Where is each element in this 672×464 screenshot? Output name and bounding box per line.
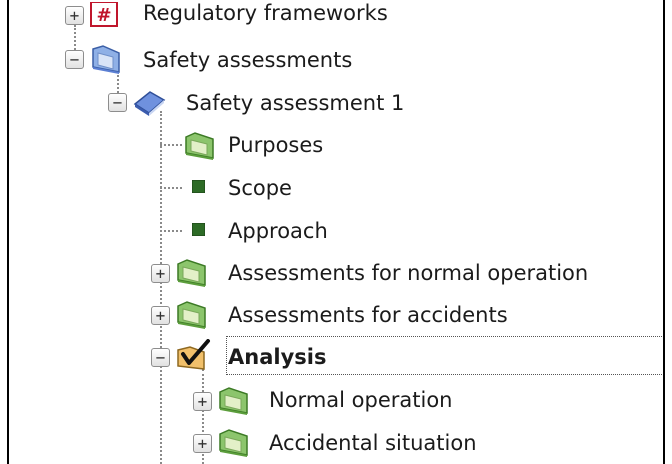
tree-view: + # Regulatory frameworks − Safety asses… [7,0,665,464]
collapse-toggle[interactable]: − [151,348,170,367]
tree-item-purposes[interactable]: Purposes [225,125,326,165]
green-folder-icon [217,426,251,458]
tree-item-label: Normal operation [269,388,453,412]
tree-item-label: Safety assessment 1 [186,91,405,115]
tree-item-label: Safety assessments [143,48,353,72]
green-folder-icon [175,298,209,330]
green-square-icon [192,180,205,193]
tree-item-scope[interactable]: Scope [225,168,295,208]
tree-connector [74,25,76,50]
tree-item-safety-assessments[interactable]: Safety assessments [140,40,355,80]
tree-connector [160,111,162,464]
collapse-toggle[interactable]: − [65,50,84,69]
expand-toggle[interactable]: + [193,434,212,453]
tree-connector [160,144,182,146]
tree-item-label: Accidental situation [269,431,477,455]
tree-item-label: Assessments for accidents [228,303,508,327]
tree-item-accidental-situation[interactable]: Accidental situation [266,423,480,463]
tree-item-regulatory-frameworks[interactable]: Regulatory frameworks [140,0,391,33]
tree-item-label: Scope [228,176,292,200]
folder-document-icon [89,43,123,75]
green-square-icon [192,223,205,236]
green-folder-icon [217,384,251,416]
tree-connector [160,230,182,232]
tree-item-label: Assessments for normal operation [228,261,589,285]
hash-book-icon: # [89,2,119,28]
tree-item-normal-operation[interactable]: Normal operation [266,380,455,420]
checkbox-checked-icon [175,339,211,371]
collapse-toggle[interactable]: − [108,93,127,112]
green-folder-icon [175,256,209,288]
tree-item-approach[interactable]: Approach [225,211,331,251]
expand-toggle[interactable]: + [193,392,212,411]
tree-item-assessments-accidents[interactable]: Assessments for accidents [225,295,511,335]
tree-connector [160,187,182,189]
tree-item-assessments-normal-operation[interactable]: Assessments for normal operation [225,253,591,293]
tree-item-label: Approach [228,219,328,243]
book-icon [132,86,166,118]
svg-text:#: # [96,5,111,26]
green-folder-icon [183,129,217,161]
tree-item-analysis[interactable]: Analysis [225,337,329,377]
expand-toggle[interactable]: + [151,306,170,325]
tree-item-label: Analysis [228,345,327,369]
expand-toggle[interactable]: + [151,264,170,283]
expand-toggle[interactable]: + [65,6,84,25]
tree-item-label: Purposes [228,133,324,157]
tree-item-label: Regulatory frameworks [143,1,388,25]
tree-item-safety-assessment-1[interactable]: Safety assessment 1 [183,83,407,123]
